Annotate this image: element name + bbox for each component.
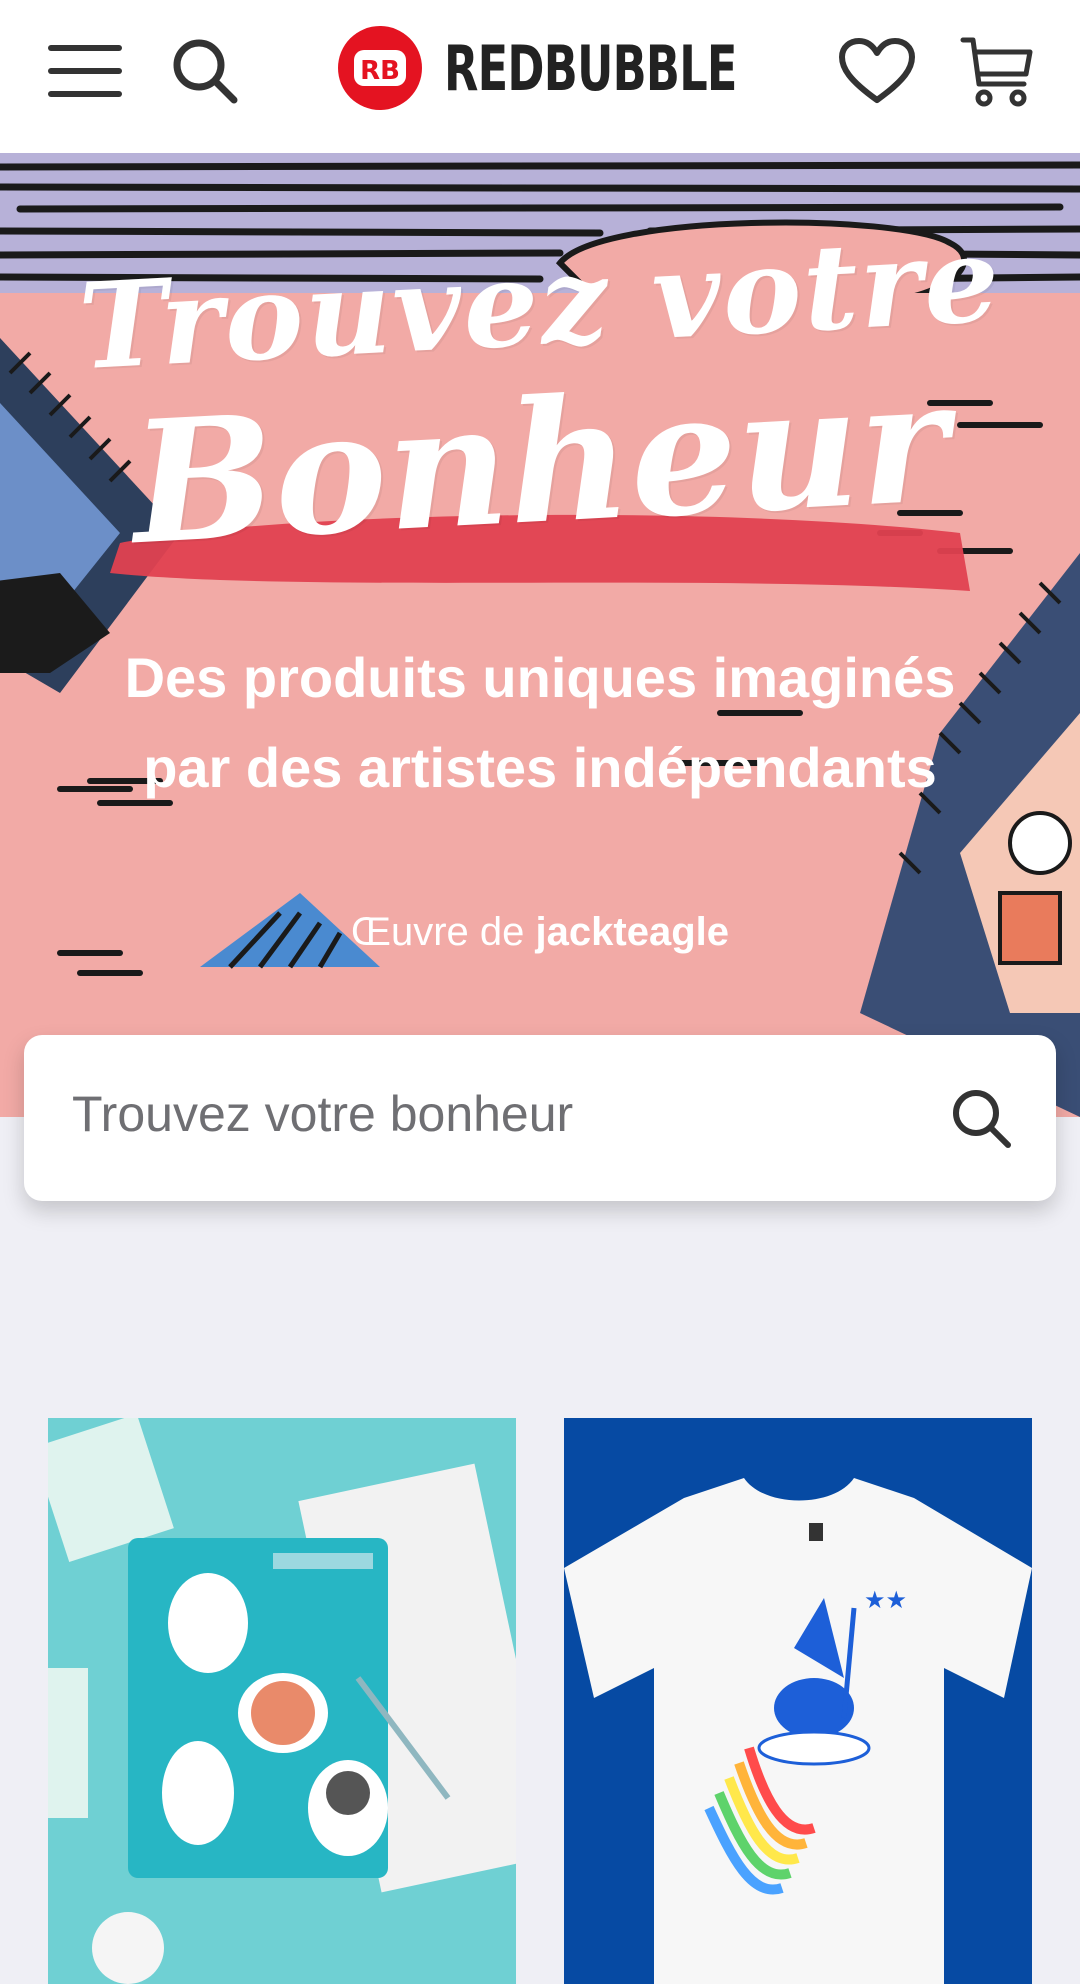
menu-icon[interactable] (40, 26, 130, 116)
credit-prefix: Œuvre de (350, 910, 525, 954)
search-icon[interactable] (160, 26, 250, 116)
stickers-image (48, 1418, 516, 1984)
svg-text:★★: ★★ (864, 1587, 907, 1614)
hero-credit: Œuvre de jackteagle (0, 910, 1080, 955)
search-input-placeholder[interactable]: Trouvez votre bonheur (72, 1085, 573, 1143)
hero-banner[interactable]: Trouvez votre Bonheur Des produits uniqu… (0, 153, 1080, 1117)
logo-text: REDBUBBLE (444, 31, 737, 105)
hero-subtitle: Des produits uniques imaginés par des ar… (124, 646, 956, 799)
product-card-tshirt[interactable]: ★★ (564, 1418, 1032, 1984)
svg-text:RB: RB (360, 56, 400, 86)
search-submit-icon[interactable] (946, 1083, 1016, 1153)
redbubble-logo-mark: RB (338, 26, 422, 110)
redbubble-logo[interactable]: RB REDBUBBLE (338, 26, 851, 110)
credit-artist-link[interactable]: jackteagle (536, 910, 729, 954)
product-card-stickers[interactable] (48, 1418, 516, 1984)
cart-icon[interactable] (952, 26, 1042, 116)
search-field[interactable]: Trouvez votre bonheur (24, 1035, 1056, 1201)
top-app-bar: RB REDBUBBLE (0, 0, 1080, 153)
tshirt-image: ★★ (564, 1418, 1032, 1984)
heart-icon[interactable] (832, 26, 922, 116)
